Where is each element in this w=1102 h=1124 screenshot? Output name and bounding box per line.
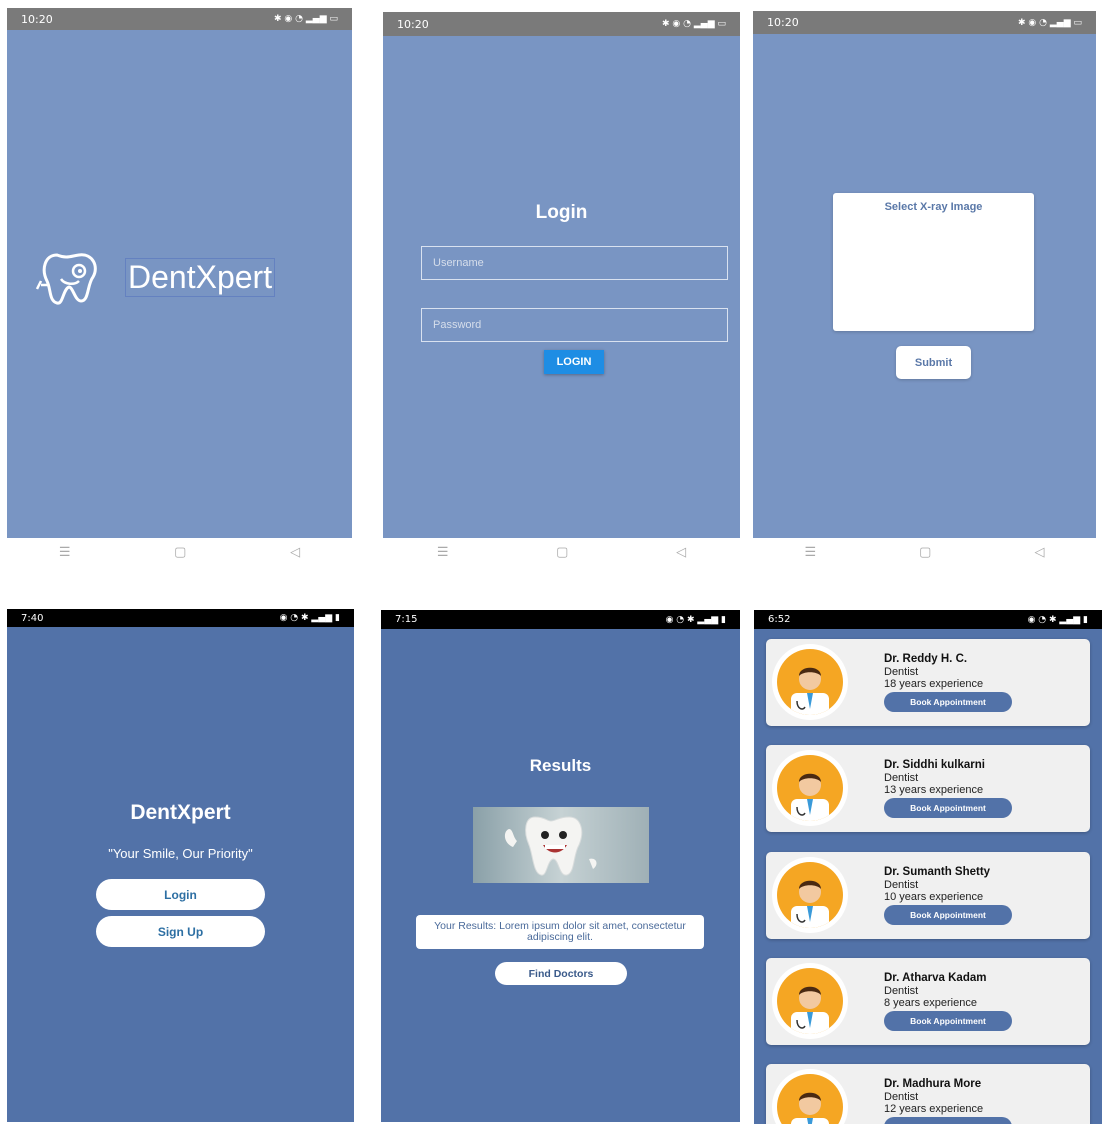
home-icon[interactable]: ▢ xyxy=(919,544,931,560)
doctor-card: Dr. Atharva Kadam Dentist 8 years experien… xyxy=(766,958,1090,1045)
brand-name: DentXpert xyxy=(125,258,276,297)
book-appointment-button[interactable]: Book Appointment xyxy=(884,905,1012,925)
android-nav-bar: ☰ ▢ ◁ xyxy=(7,538,352,566)
tooth-mascot-icon xyxy=(504,816,597,876)
login-title: Login xyxy=(535,202,588,223)
doctor-avatar xyxy=(772,1069,848,1124)
status-bar: 10:20 ✱ ◉ ◔ ▂▄▆ ▭ xyxy=(7,8,352,30)
doctor-card: Dr. Sumanth Shetty Dentist 10 years experi… xyxy=(766,852,1090,939)
book-appointment-button[interactable]: Book Appointment xyxy=(884,1011,1012,1031)
login-background: Login Username Password LOGIN xyxy=(383,36,740,538)
status-icons: ✱ ◉ ◔ ▂▄▆ ▭ xyxy=(1018,17,1082,28)
status-bar: 7:40 ◉ ◔ ✱ ▂▄▆ ▮ xyxy=(7,609,354,627)
doctor-role: Dentist xyxy=(884,985,919,997)
login-button[interactable]: LOGIN xyxy=(544,350,604,374)
doctor-role: Dentist xyxy=(884,879,919,891)
status-time: 7:15 xyxy=(395,614,418,625)
menu-icon[interactable]: ☰ xyxy=(437,544,449,560)
doctor-avatar xyxy=(772,644,848,720)
doctor-experience: 18 years experience xyxy=(884,678,984,690)
doctor-card: Dr. Madhura More Dentist 12 years experien… xyxy=(766,1064,1090,1124)
status-time: 7:40 xyxy=(21,612,44,624)
signup-button[interactable]: Sign Up xyxy=(96,916,265,947)
doctor-experience: 13 years experience xyxy=(884,784,984,796)
home-icon[interactable]: ▢ xyxy=(174,544,186,560)
doctors-background: Dr. Reddy H. C. Dentist 18 years experienc… xyxy=(754,629,1102,1124)
status-icons: ◉ ◔ ✱ ▂▄▆ ▮ xyxy=(665,614,726,625)
doctor-avatar-icon xyxy=(777,649,843,715)
back-icon[interactable]: ◁ xyxy=(1034,544,1044,560)
doctor-role: Dentist xyxy=(884,666,919,678)
doctor-card: Dr. Siddhi kulkarni Dentist 13 years exper… xyxy=(766,745,1090,832)
find-doctors-button[interactable]: Find Doctors xyxy=(495,962,627,985)
doctor-experience: 12 years experience xyxy=(884,1103,984,1115)
doctor-name: Dr. Madhura More xyxy=(884,1078,982,1090)
results-text-box: Your Results: Lorem ipsum dolor sit amet… xyxy=(416,915,704,949)
menu-icon[interactable]: ☰ xyxy=(59,544,71,560)
welcome-background: DentXpert "Your Smile, Our Priority" Log… xyxy=(7,627,354,1122)
doctor-name: Dr. Reddy H. C. xyxy=(884,653,968,665)
submit-button[interactable]: Submit xyxy=(896,346,971,379)
menu-icon[interactable]: ☰ xyxy=(805,544,817,560)
doctor-avatar xyxy=(772,857,848,933)
results-title: Results xyxy=(529,756,592,775)
results-screen: 7:15 ◉ ◔ ✱ ▂▄▆ ▮ Results Your Results: L… xyxy=(381,610,740,1124)
status-bar: 6:52 ◉ ◔ ✱ ▂▄▆ ▮ xyxy=(754,610,1102,629)
book-appointment-button[interactable]: Book Appointment xyxy=(884,798,1012,818)
results-background: Results Your Results: Lorem ipsum dolor … xyxy=(381,629,740,1122)
status-icons: ◉ ◔ ✱ ▂▄▆ ▮ xyxy=(279,613,340,623)
status-bar: 10:20 ✱ ◉ ◔ ▂▄▆ ▭ xyxy=(753,11,1096,34)
upload-background: Select X-ray Image Submit xyxy=(753,34,1096,538)
welcome-screen: 7:40 ◉ ◔ ✱ ▂▄▆ ▮ DentXpert "Your Smile, … xyxy=(7,609,354,1124)
doctor-avatar xyxy=(772,750,848,826)
doctor-experience: 8 years experience xyxy=(884,997,977,1009)
splash-background: DentXpert xyxy=(7,30,352,538)
status-time: 6:52 xyxy=(768,614,791,625)
doctor-avatar-icon xyxy=(777,968,843,1034)
android-nav-bar: ☰ ▢ ◁ xyxy=(753,538,1096,566)
results-text: Your Results: Lorem ipsum dolor sit amet… xyxy=(434,920,686,943)
doctor-avatar xyxy=(772,963,848,1039)
password-field[interactable]: Password xyxy=(421,308,728,342)
doctor-avatar-icon xyxy=(777,755,843,821)
status-icons: ✱ ◉ ◔ ▂▄▆ ▭ xyxy=(662,19,726,29)
select-xray-label: Select X-ray Image xyxy=(884,201,983,213)
doctor-role: Dentist xyxy=(884,1091,919,1103)
tooth-logo-icon xyxy=(35,253,97,305)
xray-upload-screen: 10:20 ✱ ◉ ◔ ▂▄▆ ▭ Select X-ray Image Sub… xyxy=(753,11,1096,568)
status-time: 10:20 xyxy=(397,17,429,31)
doctor-avatar-icon xyxy=(777,862,843,928)
status-icons: ✱ ◉ ◔ ▂▄▆ ▭ xyxy=(274,14,338,24)
doctor-experience: 10 years experience xyxy=(884,891,984,903)
doctors-screen: 6:52 ◉ ◔ ✱ ▂▄▆ ▮ Dr. Reddy H. C. Dentist 1… xyxy=(754,610,1102,1124)
doctor-avatar-icon xyxy=(777,1074,843,1124)
tagline: "Your Smile, Our Priority" xyxy=(108,846,253,861)
doctor-name: Dr. Siddhi kulkarni xyxy=(884,759,985,771)
book-appointment-button[interactable]: Book Appointment xyxy=(884,1117,1012,1124)
doctor-name: Dr. Sumanth Shetty xyxy=(884,866,991,878)
login-screen: 10:20 ✱ ◉ ◔ ▂▄▆ ▭ Login Username Passwor… xyxy=(383,12,740,568)
home-icon[interactable]: ▢ xyxy=(556,544,568,560)
welcome-login-button[interactable]: Login xyxy=(96,879,265,910)
status-icons: ◉ ◔ ✱ ▂▄▆ ▮ xyxy=(1027,614,1088,625)
splash-screen: 10:20 ✱ ◉ ◔ ▂▄▆ ▭ DentXpert ☰ ▢ ◁ xyxy=(7,8,352,568)
android-nav-bar: ☰ ▢ ◁ xyxy=(383,538,740,566)
doctor-role: Dentist xyxy=(884,772,919,784)
doctor-name: Dr. Atharva Kadam xyxy=(884,972,987,984)
xray-select-box[interactable]: Select X-ray Image xyxy=(833,193,1034,331)
username-field[interactable]: Username xyxy=(421,246,728,280)
status-bar: 10:20 ✱ ◉ ◔ ▂▄▆ ▭ xyxy=(383,12,740,36)
back-icon[interactable]: ◁ xyxy=(676,544,686,560)
status-time: 10:20 xyxy=(767,16,799,29)
tooth-mascot-image xyxy=(473,807,649,883)
book-appointment-button[interactable]: Book Appointment xyxy=(884,692,1012,712)
status-bar: 7:15 ◉ ◔ ✱ ▂▄▆ ▮ xyxy=(381,610,740,629)
back-icon[interactable]: ◁ xyxy=(290,544,300,560)
welcome-title: DentXpert xyxy=(130,801,231,824)
status-time: 10:20 xyxy=(21,12,53,26)
doctor-card: Dr. Reddy H. C. Dentist 18 years experienc… xyxy=(766,639,1090,726)
